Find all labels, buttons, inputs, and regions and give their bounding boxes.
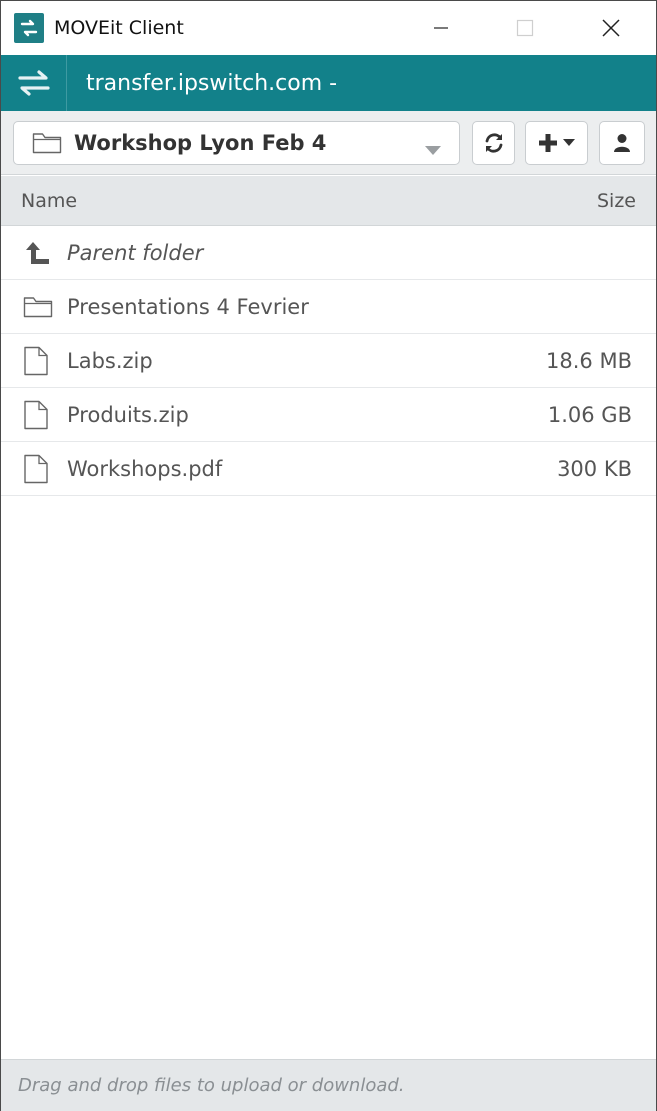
chevron-down-icon [563, 139, 575, 146]
folder-select[interactable]: Workshop Lyon Feb 4 [13, 121, 460, 165]
caret-down-icon [425, 140, 441, 159]
add-menu-button[interactable] [525, 121, 588, 165]
list-item-parent-folder[interactable]: Parent folder [1, 226, 656, 280]
column-name-header[interactable]: Name [21, 190, 77, 212]
list-item-size: 300 KB [557, 456, 632, 481]
toolbar: Workshop Lyon Feb 4 [1, 111, 656, 175]
title-bar[interactable]: MOVEit Client [1, 1, 656, 55]
swap-arrows-icon[interactable] [1, 55, 67, 111]
file-icon [23, 346, 53, 376]
refresh-icon [485, 133, 502, 153]
user-icon [614, 134, 630, 152]
minimize-button[interactable] [398, 1, 484, 55]
close-button[interactable] [568, 1, 654, 55]
folder-icon [23, 295, 53, 319]
maximize-button[interactable] [482, 1, 568, 55]
list-item-folder[interactable]: Presentations 4 Fevrier [1, 280, 656, 334]
list-item-name: Parent folder [67, 240, 204, 265]
moveit-logo-icon [14, 13, 44, 43]
list-item-size: 18.6 MB [546, 348, 632, 373]
list-item-size: 1.06 GB [547, 402, 632, 427]
list-item-file[interactable]: Labs.zip 18.6 MB [1, 334, 656, 388]
folder-icon [32, 131, 62, 155]
refresh-button[interactable] [472, 121, 515, 165]
parent-folder-icon [23, 239, 53, 267]
maximize-icon [516, 19, 534, 37]
window-title: MOVEit Client [54, 17, 184, 39]
plus-icon [539, 134, 557, 152]
connection-header: transfer.ipswitch.com - [1, 55, 656, 111]
folder-select-value: Workshop Lyon Feb 4 [74, 131, 327, 155]
list-item-file[interactable]: Workshops.pdf 300 KB [1, 442, 656, 496]
drop-hint-text: Drag and drop files to upload or downloa… [18, 1075, 405, 1096]
list-item-name: Workshops.pdf [67, 456, 223, 481]
list-item-file[interactable]: Produits.zip 1.06 GB [1, 388, 656, 442]
list-item-name: Produits.zip [67, 402, 189, 427]
list-item-name: Presentations 4 Fevrier [67, 294, 309, 319]
column-size-header[interactable]: Size [597, 190, 636, 212]
server-host-label: transfer.ipswitch.com - [86, 70, 338, 96]
app-window: MOVEit Client transfer.ipswitch.com - Wo… [0, 0, 657, 1111]
account-button[interactable] [599, 121, 645, 165]
drop-zone-footer[interactable]: Drag and drop files to upload or downloa… [1, 1059, 656, 1111]
file-icon [23, 400, 53, 430]
column-header: Name Size [1, 176, 656, 226]
file-list: Parent folder Presentations 4 Fevrier La… [1, 226, 656, 496]
close-icon [602, 19, 620, 37]
list-item-name: Labs.zip [67, 348, 153, 373]
minimize-icon [434, 27, 448, 29]
file-icon [23, 454, 53, 484]
